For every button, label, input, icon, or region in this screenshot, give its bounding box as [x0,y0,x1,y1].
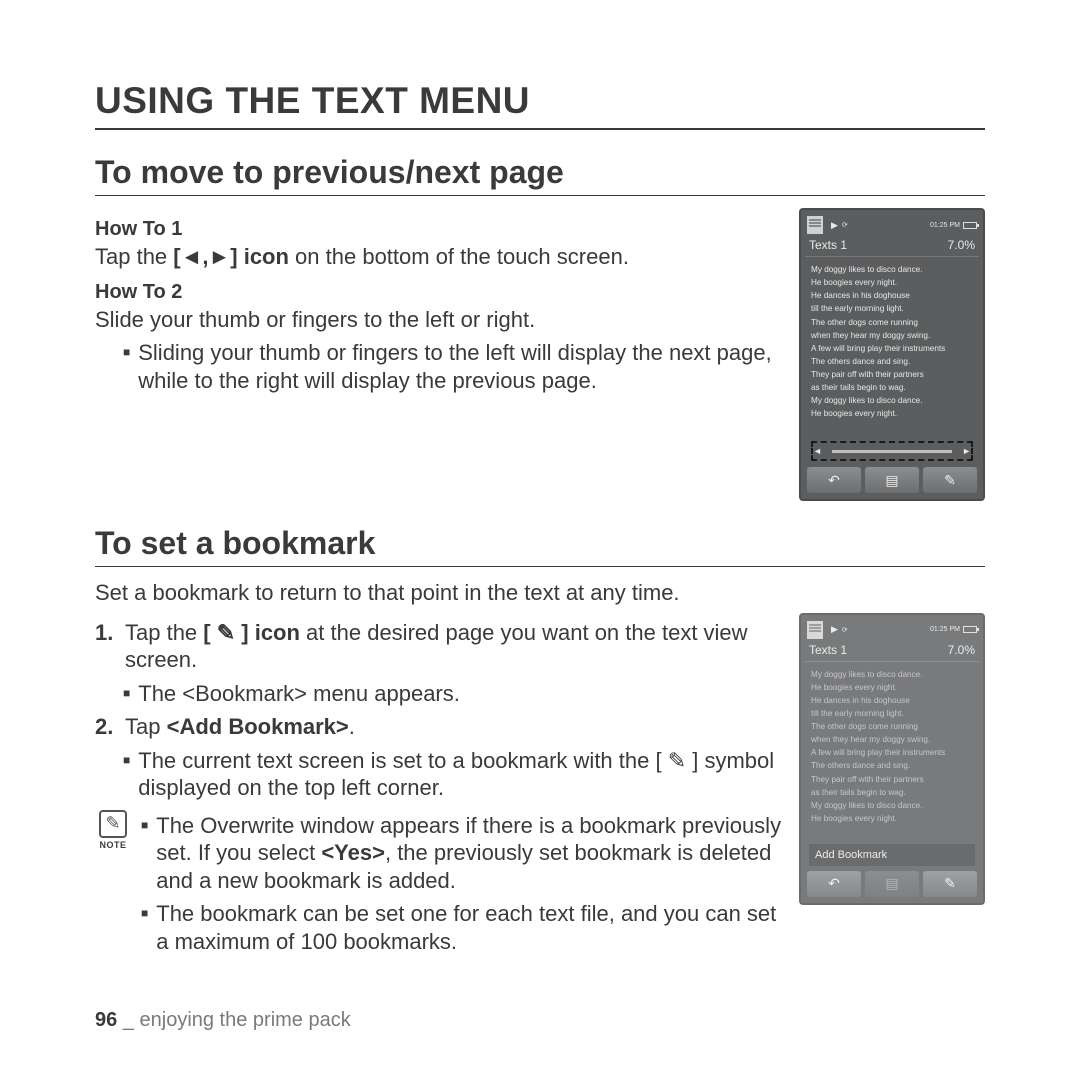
bullet-icon: ■ [123,680,130,708]
note-label: NOTE [99,840,126,850]
battery-icon [963,626,977,633]
play-icon: ▶ [831,624,838,635]
phone-text-content-dim: My doggy likes to disco dance. He boogie… [805,662,979,844]
phone-percent: 7.0% [948,643,975,657]
chapter-name: enjoying the prime pack [140,1009,351,1031]
page-footer: 96 _ enjoying the prime pack [95,1009,351,1032]
howto1-label: How To 1 [95,218,783,241]
bookmark-button[interactable]: ✎ [923,871,977,897]
note-icon: ✎ [99,810,127,838]
back-button[interactable]: ↶ [807,467,861,493]
repeat-icon: ⟳ [842,626,848,634]
section2-text: 1. Tap the [ ✎ ] icon at the desired pag… [95,613,783,962]
status-time: 01:25 PM [930,626,960,633]
step1-bullet: ■ The <Bookmark> menu appears. [95,680,783,708]
phone-title: Texts 1 [809,238,847,252]
document-icon [807,621,823,639]
page-title: USING THE TEXT MENU [95,80,985,130]
note-bullet-1: ■ The Overwrite window appears if there … [141,812,783,895]
device-screenshot-1: ▶ ⟳ 01:25 PM Texts 1 7.0% My doggy likes… [799,208,985,501]
prev-icon[interactable]: ◄ [813,446,822,456]
section-heading-bookmark: To set a bookmark [95,525,985,567]
phone-text-content: My doggy likes to disco dance. He boogie… [805,257,979,439]
status-time: 01:25 PM [930,222,960,229]
page-slider[interactable]: ◄ ► [811,441,973,461]
phone-percent: 7.0% [948,238,975,252]
repeat-icon: ⟳ [842,221,848,229]
page-number: 96 [95,1009,117,1031]
device-screenshot-2: ▶ ⟳ 01:25 PM Texts 1 7.0% My doggy likes… [799,613,985,905]
play-icon: ▶ [831,220,838,231]
howto2-bullet: ■ Sliding your thumb or fingers to the l… [95,339,783,394]
document-icon [807,216,823,234]
bookmark-button[interactable]: ✎ [923,467,977,493]
add-bookmark-menu[interactable]: Add Bookmark [809,844,975,866]
step-2: 2. Tap <Add Bookmark>. [95,713,783,741]
howto2-label: How To 2 [95,281,783,304]
note-block: ✎ NOTE ■ The Overwrite window appears if… [95,810,783,962]
note-bullet-2: ■ The bookmark can be set one for each t… [141,900,783,955]
bullet-icon: ■ [141,812,148,895]
bullet-icon: ■ [123,339,130,394]
battery-icon [963,222,977,229]
next-icon[interactable]: ► [962,446,971,456]
howto2-text: Slide your thumb or fingers to the left … [95,306,783,334]
howto1-text: Tap the [◄,►] icon on the bottom of the … [95,243,783,271]
bullet-icon: ■ [141,900,148,955]
section1-text: How To 1 Tap the [◄,►] icon on the botto… [95,208,783,400]
section2-intro: Set a bookmark to return to that point i… [95,579,985,607]
menu-button[interactable]: ▤ [865,467,919,493]
section-heading-move: To move to previous/next page [95,154,985,196]
menu-button[interactable]: ▤ [865,871,919,897]
step-1: 1. Tap the [ ✎ ] icon at the desired pag… [95,619,783,674]
step2-bullet: ■ The current text screen is set to a bo… [95,747,783,802]
bullet-icon: ■ [123,747,130,802]
phone-title: Texts 1 [809,643,847,657]
back-button[interactable]: ↶ [807,871,861,897]
